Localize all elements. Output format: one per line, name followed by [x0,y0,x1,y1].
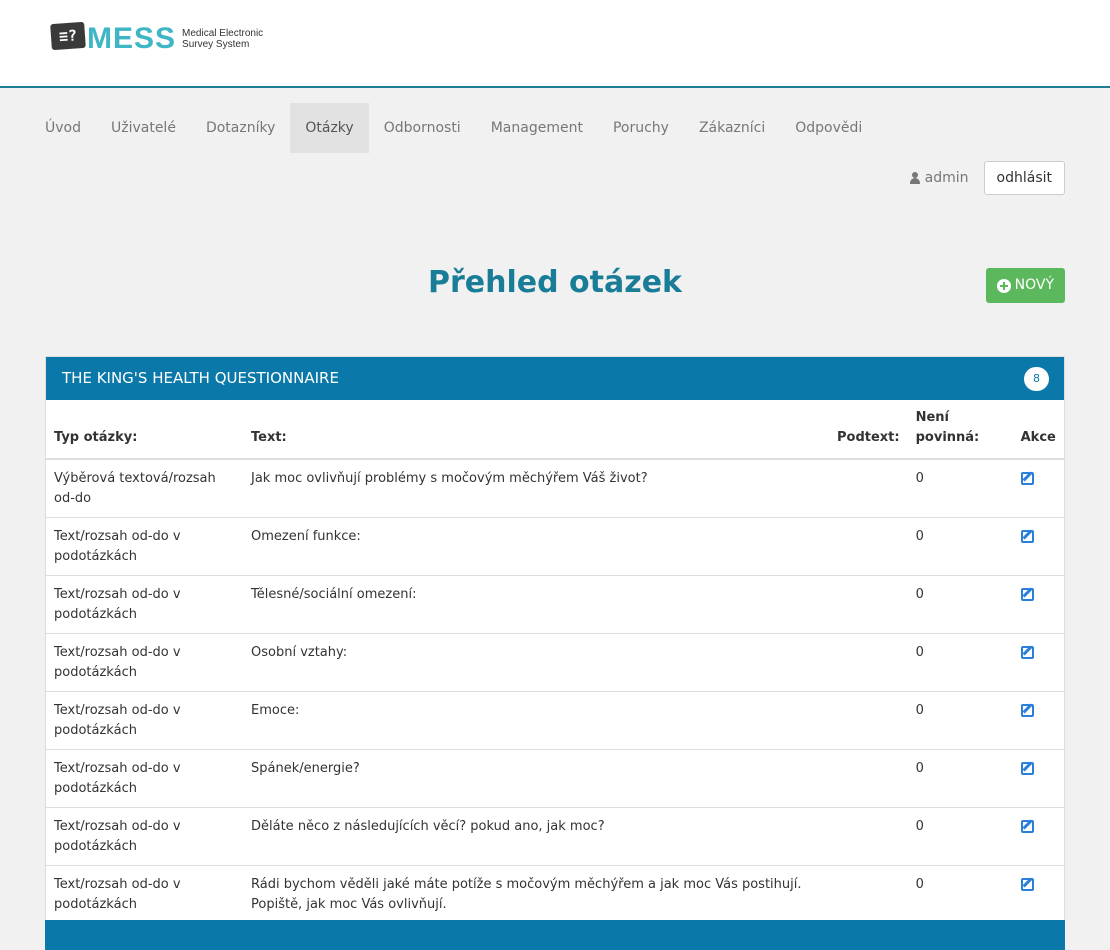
nav-item-uzivatele[interactable]: Uživatelé [96,103,191,153]
column-type: Typ otázky: [46,400,243,460]
user-area: admin odhlásit [909,161,1065,195]
logo-subtitle-line-2: Survey System [182,39,250,50]
edit-icon[interactable] [1020,530,1034,543]
header: ≡? MESS Medical Electronic Survey System [0,0,1110,88]
cell-type: Text/rozsah od-do v podotázkách [46,517,243,576]
cell-text: Spánek/energie? [243,749,829,808]
questionnaire-panel: THE KING'S HEALTH QUESTIONNAIRE 8 Typ ot… [45,356,1065,924]
cell-type: Text/rozsah od-do v podotázkách [46,633,243,692]
nav-item-poruchy[interactable]: Poruchy [598,103,684,153]
nav-item-odpovedi[interactable]: Odpovědi [780,103,877,153]
cell-text: Tělesné/sociální omezení: [243,575,829,634]
table-row: Výběrová textová/rozsah od-do Jak moc ov… [46,458,1064,518]
cell-text: Omezení funkce: [243,517,829,576]
table-row: Text/rozsah od-do v podotázkách Omezení … [46,517,1064,576]
table-row: Text/rozsah od-do v podotázkách Emoce: 0 [46,691,1064,750]
table-row: Text/rozsah od-do v podotázkách Spánek/e… [46,749,1064,808]
edit-icon[interactable] [1020,704,1034,717]
cell-actions [1012,865,1064,923]
user-name-label: admin [924,170,969,186]
table-row: Text/rozsah od-do v podotázkách Rádi byc… [46,865,1064,923]
edit-icon[interactable] [1020,472,1034,485]
nav-item-dotazniky[interactable]: Dotazníky [191,103,290,153]
questions-table: Typ otázky: Text: Podtext: Není povinná:… [46,400,1064,923]
user-icon [909,172,920,184]
page-title: Přehled otázek [428,265,682,300]
nav-item-uvod[interactable]: Úvod [30,103,96,153]
cell-required: 0 [907,749,1013,808]
cell-text: Děláte něco z následujících věcí? pokud … [243,807,829,866]
cell-text: Jak moc ovlivňují problémy s močovým měc… [243,458,829,518]
panel-title: THE KING'S HEALTH QUESTIONNAIRE [62,369,339,387]
cell-subtext [829,575,908,634]
cell-required: 0 [907,691,1013,750]
nav-item-odbornosti[interactable]: Odbornosti [369,103,476,153]
column-text: Text: [243,400,829,460]
cell-text: Osobní vztahy: [243,633,829,692]
cell-actions [1012,517,1064,576]
user-name[interactable]: admin [909,170,969,186]
cell-type: Text/rozsah od-do v podotázkách [46,575,243,634]
cell-text: Rádi bychom věděli jaké máte potíže s mo… [243,865,829,923]
cell-subtext [829,807,908,866]
column-subtext: Podtext: [829,400,908,460]
cell-type: Text/rozsah od-do v podotázkách [46,807,243,866]
nav-item-management[interactable]: Management [476,103,598,153]
cell-required: 0 [907,517,1013,576]
cell-subtext [829,458,908,518]
next-panel-heading[interactable] [45,920,1065,950]
plus-circle-icon [996,278,1011,293]
cell-required: 0 [907,865,1013,923]
nav-item-otazky[interactable]: Otázky [290,103,369,153]
logo-mark: ≡? [50,21,86,51]
cell-actions [1012,575,1064,634]
question-count-badge: 8 [1024,367,1049,391]
cell-type: Výběrová textová/rozsah od-do [46,458,243,518]
new-question-button[interactable]: NOVÝ [985,268,1065,303]
cell-subtext [829,749,908,808]
edit-icon[interactable] [1020,820,1034,833]
cell-type: Text/rozsah od-do v podotázkách [46,749,243,808]
edit-icon[interactable] [1020,762,1034,775]
cell-text: Emoce: [243,691,829,750]
new-question-label: NOVÝ [1014,277,1054,293]
column-required: Není povinná: [907,400,1013,460]
logo-name: MESS [87,22,177,55]
table-row: Text/rozsah od-do v podotázkách Osobní v… [46,633,1064,692]
cell-subtext [829,633,908,692]
cell-required: 0 [907,575,1013,634]
cell-actions [1012,633,1064,692]
edit-icon[interactable] [1020,646,1034,659]
cell-required: 0 [907,807,1013,866]
cell-type: Text/rozsah od-do v podotázkách [46,691,243,750]
cell-actions [1012,807,1064,866]
table-header-row: Typ otázky: Text: Podtext: Není povinná:… [46,400,1064,460]
cell-type: Text/rozsah od-do v podotázkách [46,865,243,923]
panel-heading[interactable]: THE KING'S HEALTH QUESTIONNAIRE 8 [46,357,1064,400]
cell-subtext [829,865,908,923]
cell-actions [1012,749,1064,808]
cell-required: 0 [907,633,1013,692]
cell-actions [1012,691,1064,750]
edit-icon[interactable] [1020,878,1034,891]
cell-subtext [829,691,908,750]
logo-subtitle-line-1: Medical Electronic [182,28,264,39]
cell-subtext [829,517,908,576]
logo-subtitle: Medical Electronic Survey System [182,28,263,50]
cell-actions [1012,458,1064,518]
logo[interactable]: ≡? MESS Medical Electronic Survey System [50,16,263,56]
table-row: Text/rozsah od-do v podotázkách Tělesné/… [46,575,1064,634]
nav-item-zakaznici[interactable]: Zákazníci [684,103,780,153]
table-row: Text/rozsah od-do v podotázkách Děláte n… [46,807,1064,866]
cell-required: 0 [907,458,1013,518]
logout-button[interactable]: odhlásit [983,161,1065,195]
main-nav: Úvod Uživatelé Dotazníky Otázky Odbornos… [30,103,877,153]
column-actions: Akce [1012,400,1064,460]
edit-icon[interactable] [1020,588,1034,601]
